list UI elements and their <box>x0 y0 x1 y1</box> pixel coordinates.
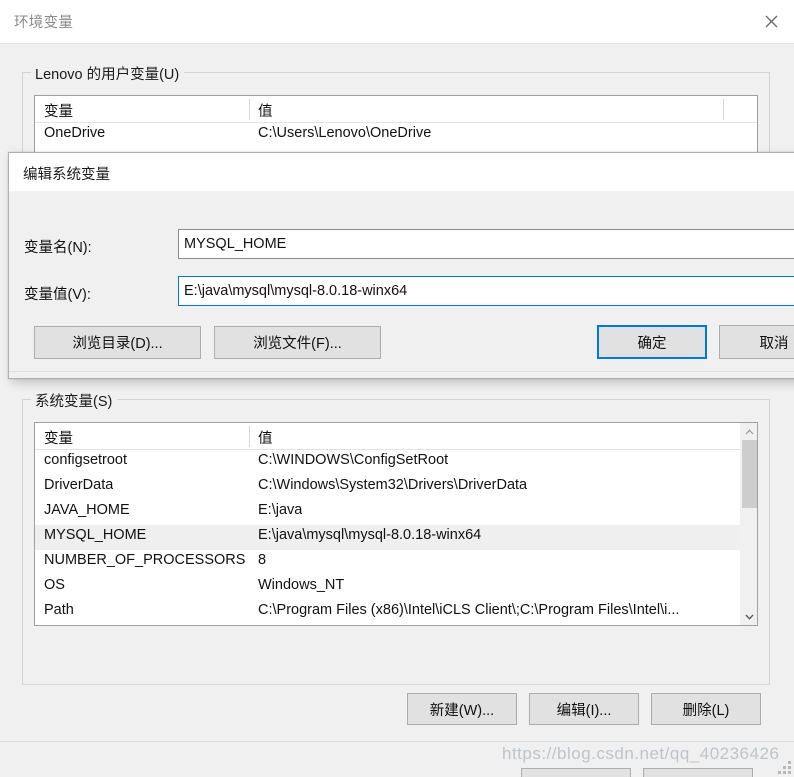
chevron-up-icon[interactable] <box>741 423 757 440</box>
cancel-button[interactable]: 取消 <box>643 768 753 777</box>
system-var-name: Path <box>44 602 74 618</box>
edit-system-variable-button[interactable]: 编辑(I)... <box>529 693 639 725</box>
system-col-value[interactable]: 值 <box>258 427 273 448</box>
variable-value-label: 变量值(V): <box>24 287 91 303</box>
dialog-footer-separator <box>9 371 794 372</box>
table-row[interactable]: NUMBER_OF_PROCESSORS 8 <box>35 550 757 575</box>
system-var-name: MYSQL_HOME <box>44 527 147 543</box>
system-var-name: OS <box>44 577 65 593</box>
system-var-name: JAVA_HOME <box>44 502 130 518</box>
table-row[interactable]: OneDrive C:\Users\Lenovo\OneDrive <box>35 123 757 148</box>
system-var-name: NUMBER_OF_PROCESSORS <box>44 552 246 568</box>
user-variables-rows: OneDrive C:\Users\Lenovo\OneDrive <box>35 123 757 148</box>
system-variables-list[interactable]: 变量 值 configsetroot C:\WINDOWS\ConfigSetR… <box>34 422 758 626</box>
table-row[interactable]: PATHEXT .COM;.EXE;.BAT;.CMD;.VBS;.VBE;.J… <box>35 625 757 626</box>
user-col-value[interactable]: 值 <box>258 100 273 121</box>
dialog-body: 变量名(N): MYSQL_HOME 变量值(V): E:\java\mysql… <box>9 191 794 378</box>
window-titlebar: 环境变量 <box>0 0 794 44</box>
system-var-name: configsetroot <box>44 452 128 468</box>
ok-button[interactable]: 确定 <box>521 768 631 777</box>
chevron-down-icon[interactable] <box>741 608 757 625</box>
table-row[interactable]: MYSQL_HOME E:\java\mysql\mysql-8.0.18-wi… <box>35 525 757 550</box>
system-var-value: E:\java <box>258 502 303 518</box>
delete-system-variable-button[interactable]: 删除(L) <box>651 693 761 725</box>
footer-separator <box>0 741 794 742</box>
dialog-cancel-button[interactable]: 取消 <box>719 325 794 359</box>
table-row[interactable]: DriverData C:\Windows\System32\Drivers\D… <box>35 475 757 500</box>
system-var-value: 8 <box>258 552 267 568</box>
system-variables-legend: 系统变量(S) <box>31 390 118 411</box>
environment-variables-window: 环境变量 Lenovo 的用户变量(U) 变量 值 OneDrive C:\Us… <box>0 0 794 777</box>
system-var-value: C:\Program Files (x86)\Intel\iCLS Client… <box>258 602 680 618</box>
variable-value-input[interactable]: E:\java\mysql\mysql-8.0.18-winx64 <box>178 276 794 306</box>
table-row[interactable]: OS Windows_NT <box>35 575 757 600</box>
dialog-ok-button[interactable]: 确定 <box>597 325 707 359</box>
variable-name-input[interactable]: MYSQL_HOME <box>178 229 794 259</box>
table-row[interactable]: configsetroot C:\WINDOWS\ConfigSetRoot <box>35 450 757 475</box>
system-var-name: DriverData <box>44 477 114 493</box>
system-col-variable[interactable]: 变量 <box>44 427 73 448</box>
system-var-value: E:\java\mysql\mysql-8.0.18-winx64 <box>258 527 482 543</box>
system-variables-rows: configsetroot C:\WINDOWS\ConfigSetRoot D… <box>35 450 757 626</box>
user-col-variable[interactable]: 变量 <box>44 100 73 121</box>
system-variables-scrollbar[interactable] <box>740 423 757 625</box>
table-row[interactable]: Path C:\Program Files (x86)\Intel\iCLS C… <box>35 600 757 625</box>
variable-name-label: 变量名(N): <box>24 240 92 256</box>
dialog-titlebar: 编辑系统变量 <box>9 153 794 191</box>
close-icon[interactable] <box>748 0 794 43</box>
scrollbar-thumb[interactable] <box>742 440 757 508</box>
system-var-value: C:\Windows\System32\Drivers\DriverData <box>258 477 528 493</box>
dialog-title: 编辑系统变量 <box>23 167 110 183</box>
user-var-value: C:\Users\Lenovo\OneDrive <box>258 125 432 141</box>
user-variables-legend: Lenovo 的用户变量(U) <box>31 63 185 84</box>
resize-grip[interactable] <box>778 761 791 774</box>
system-variables-header: 变量 值 <box>35 423 757 450</box>
system-var-value: C:\WINDOWS\ConfigSetRoot <box>258 452 449 468</box>
new-system-variable-button[interactable]: 新建(W)... <box>407 693 517 725</box>
browse-directory-button[interactable]: 浏览目录(D)... <box>34 326 201 359</box>
user-var-name: OneDrive <box>44 125 106 141</box>
edit-system-variable-dialog: 编辑系统变量 变量名(N): MYSQL_HOME 变量值(V): E:\jav… <box>8 152 794 379</box>
window-title: 环境变量 <box>14 15 74 31</box>
browse-file-button[interactable]: 浏览文件(F)... <box>214 326 381 359</box>
user-variables-header: 变量 值 <box>35 96 757 123</box>
table-row[interactable]: JAVA_HOME E:\java <box>35 500 757 525</box>
system-var-value: Windows_NT <box>258 577 345 593</box>
